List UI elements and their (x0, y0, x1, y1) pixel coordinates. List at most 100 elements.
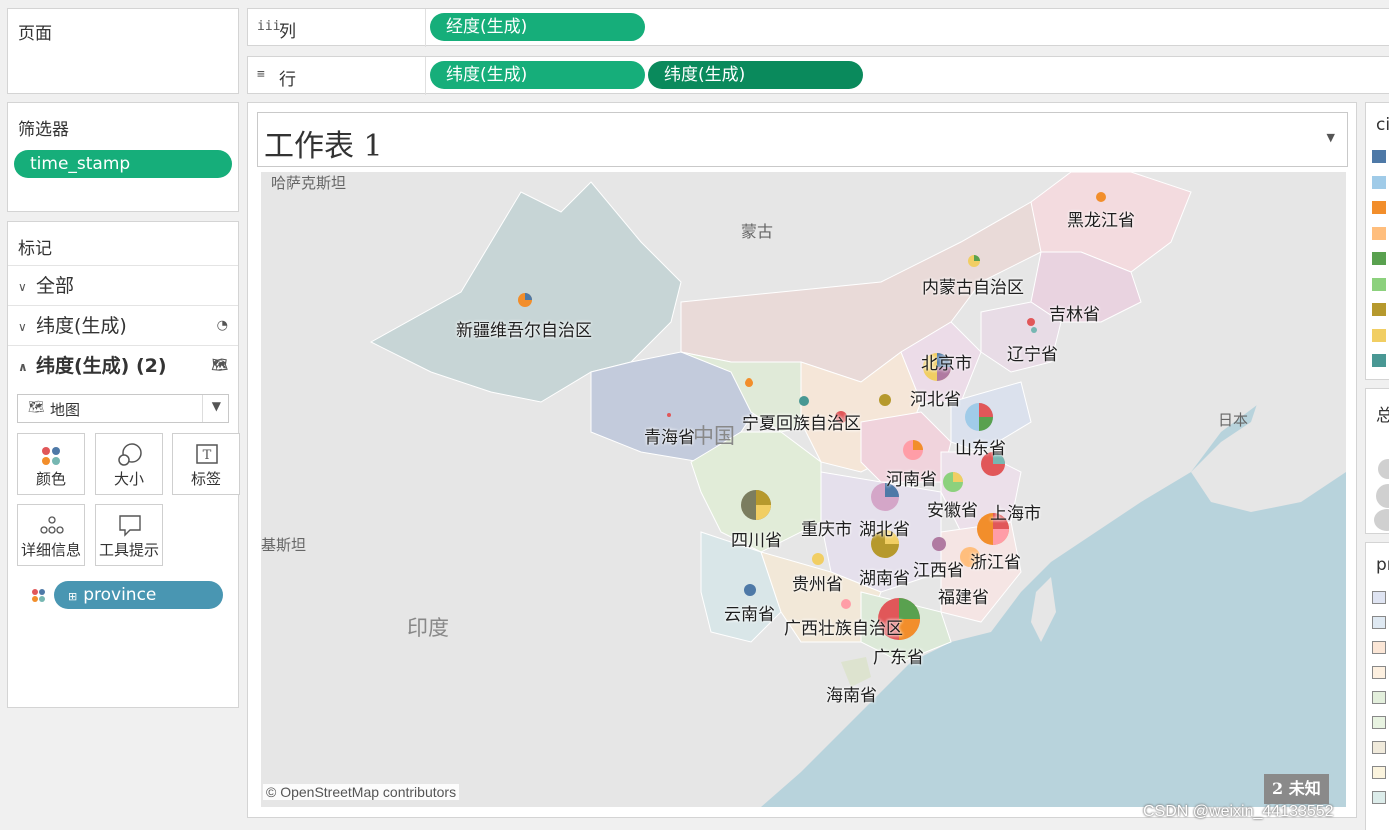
province-legend[interactable]: pr (1365, 542, 1389, 830)
country-label-mongolia: 蒙古 (741, 222, 774, 241)
province-field-pill[interactable]: ⊞ province (54, 581, 223, 609)
province-label: 河北省 (910, 390, 961, 410)
marks-row-latitude[interactable]: ∨ 纬度(生成) ◔ (8, 305, 238, 345)
province-label: 湖南省 (859, 569, 910, 589)
province-label: 重庆市 (801, 520, 852, 540)
pie-chart-icon: ◔ (216, 318, 228, 333)
province-label: 湖北省 (859, 520, 910, 540)
chevron-down-icon: ∨ (18, 319, 27, 334)
color-legend-swatch[interactable] (1372, 175, 1386, 189)
rows-shelf[interactable]: ≡ 行 纬度(生成) 纬度(生成) (247, 56, 1389, 95)
marks-row-all-label: 全部 (36, 275, 75, 297)
marks-row-all[interactable]: ∨ 全部 (8, 265, 238, 305)
marks-card: 标记 ∨ 全部 ∨ 纬度(生成) ◔ ∧ 纬度(生成) (2) 🗺 🗺 地图 ▼ 颜色… (7, 221, 240, 708)
unknown-locations-badge[interactable]: 2 未知 (1264, 774, 1329, 804)
province-legend-swatch[interactable] (1372, 691, 1386, 704)
marks-card-title: 标记 (18, 239, 52, 259)
color-legend-swatch[interactable] (1372, 150, 1386, 163)
color-legend-swatch[interactable] (1372, 303, 1386, 316)
label-button[interactable]: T 标签 (172, 433, 240, 495)
province-label: 山东省 (955, 439, 1006, 459)
tooltip-button[interactable]: 工具提示 (95, 504, 163, 566)
color-button-label: 颜色 (35, 470, 66, 488)
province-legend-swatch[interactable] (1372, 591, 1386, 604)
pages-card-title: 页面 (18, 24, 52, 44)
province-label: 北京市 (921, 354, 972, 374)
color-legend-swatch[interactable] (1372, 277, 1386, 291)
pages-card[interactable]: 页面 (7, 8, 239, 94)
province-label: 辽宁省 (1007, 345, 1058, 365)
marks-row-latitude-label: 纬度(生成) (36, 315, 127, 337)
province-legend-swatch[interactable] (1372, 741, 1386, 754)
rows-icon: ≡ (257, 67, 265, 82)
color-button[interactable]: 颜色 (17, 433, 85, 495)
tooltip-icon (119, 515, 141, 537)
color-dots-icon (42, 447, 60, 465)
rows-pill-latitude-2[interactable]: 纬度(生成) (648, 61, 863, 89)
map-attribution[interactable]: © OpenStreetMap contributors (263, 784, 460, 800)
province-legend-swatch[interactable] (1372, 791, 1386, 804)
province-legend-swatch[interactable] (1372, 716, 1386, 729)
province-label: 云南省 (724, 605, 775, 625)
color-encoding-icon (32, 589, 45, 602)
province-label: 贵州省 (792, 575, 843, 595)
map-icon: 🗺 (28, 400, 45, 415)
province-legend-swatch[interactable] (1372, 766, 1386, 779)
columns-shelf-label: 列 (279, 22, 296, 42)
filters-card-title: 筛选器 (18, 120, 69, 140)
size-legend-circle (1376, 484, 1389, 508)
watermark: CSDN @weixin_44133552 (1143, 803, 1334, 820)
worksheet-panel: 工作表 1 ▼ 哈萨克斯坦 蒙古 中国 印度 日本 基斯坦 黑龙江省 吉林省 辽… (247, 102, 1357, 818)
color-legend-swatch[interactable] (1372, 201, 1386, 214)
province-label: 吉林省 (1049, 305, 1100, 325)
detail-button-label: 详细信息 (20, 541, 81, 559)
mark-type-value: 地图 (50, 401, 81, 419)
country-label-japan: 日本 (1218, 411, 1249, 429)
color-legend-swatch[interactable] (1372, 328, 1386, 342)
size-legend[interactable]: 总 (1365, 388, 1389, 534)
color-legend-swatch[interactable] (1372, 354, 1386, 367)
svg-text:T: T (203, 448, 212, 463)
country-label-kazakhstan: 哈萨克斯坦 (271, 174, 347, 192)
province-label: 内蒙古自治区 (922, 278, 1024, 298)
color-legend-swatch[interactable] (1372, 252, 1386, 265)
province-legend-swatch[interactable] (1372, 641, 1386, 654)
province-label: 广西壮族自治区 (784, 619, 903, 639)
rows-shelf-label: 行 (279, 70, 296, 90)
detail-button[interactable]: 详细信息 (17, 504, 85, 566)
province-label: 福建省 (938, 588, 989, 608)
columns-shelf[interactable]: iii 列 经度(生成) (247, 8, 1389, 47)
province-legend-swatch[interactable] (1372, 616, 1386, 629)
expand-icon: ⊞ (68, 590, 78, 603)
province-label: 安徽省 (927, 501, 978, 521)
country-label-pakistan: 基斯坦 (261, 536, 307, 554)
chevron-down-icon: ∨ (18, 279, 27, 294)
province-legend-swatch[interactable] (1372, 666, 1386, 679)
map-view[interactable]: 哈萨克斯坦 蒙古 中国 印度 日本 基斯坦 黑龙江省 吉林省 辽宁省 内蒙古自治… (261, 172, 1346, 807)
mark-type-select[interactable]: 🗺 地图 ▼ (17, 394, 229, 423)
province-label: 新疆维吾尔自治区 (456, 321, 592, 341)
province-pill-label: province (83, 585, 157, 605)
dropdown-arrow-icon: ▼ (211, 399, 221, 413)
province-legend-title: pr (1376, 555, 1389, 575)
rows-pill-latitude-1[interactable]: 纬度(生成) (430, 61, 645, 89)
size-button[interactable]: 大小 (95, 433, 163, 495)
color-legend-swatch[interactable] (1372, 226, 1386, 240)
color-legend[interactable]: ci (1365, 102, 1389, 380)
province-label: 江西省 (913, 561, 964, 581)
size-legend-circle (1378, 459, 1389, 479)
columns-pill-longitude[interactable]: 经度(生成) (430, 13, 645, 41)
text-label-icon: T (196, 444, 218, 464)
land-taiwan (1031, 577, 1056, 642)
filter-pill-time-stamp[interactable]: time_stamp (14, 150, 232, 178)
marks-row-latitude-2[interactable]: ∧ 纬度(生成) (2) 🗺 (8, 345, 238, 385)
province-label: 浙江省 (970, 553, 1021, 573)
worksheet-title-bar[interactable]: 工作表 1 ▼ (257, 112, 1348, 167)
size-legend-circle (1374, 509, 1389, 531)
title-menu-arrow-icon[interactable]: ▼ (1327, 131, 1335, 144)
province-label: 海南省 (826, 686, 877, 706)
filters-card[interactable]: 筛选器 time_stamp (7, 102, 239, 212)
province-label: 河南省 (886, 470, 937, 490)
size-legend-title: 总 (1376, 406, 1389, 426)
color-legend-title: ci (1376, 115, 1389, 135)
